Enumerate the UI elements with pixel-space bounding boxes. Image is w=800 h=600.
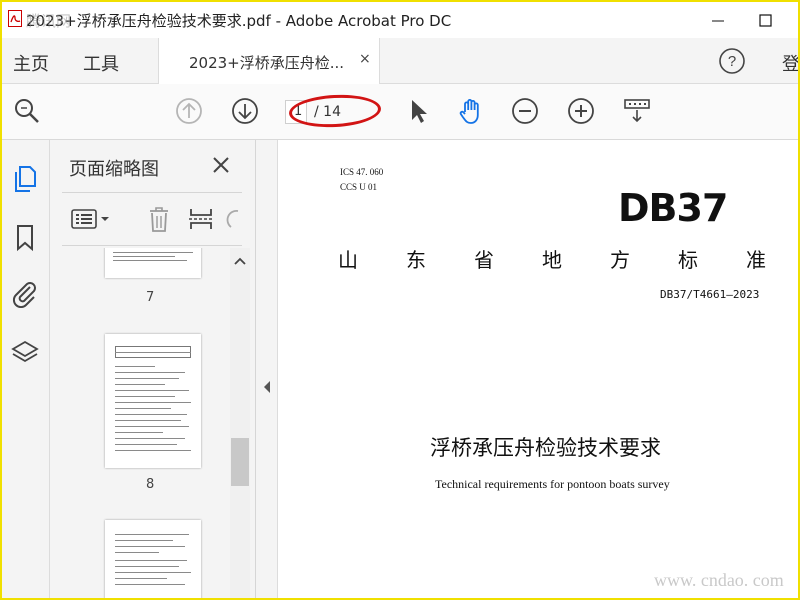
delete-page-icon[interactable] bbox=[144, 205, 174, 233]
hand-tool-icon[interactable] bbox=[456, 96, 486, 126]
close-panel-icon[interactable] bbox=[210, 154, 232, 176]
tools-tab[interactable]: 工具 bbox=[83, 50, 119, 76]
home-tab[interactable]: 主页 bbox=[13, 50, 49, 76]
page-thumbnail-9[interactable] bbox=[105, 520, 201, 598]
watermark-text: 腾讯网 bbox=[26, 12, 72, 30]
zoom-in-icon[interactable] bbox=[566, 96, 596, 126]
scroll-up-icon[interactable] bbox=[234, 256, 246, 266]
svg-text:?: ? bbox=[728, 53, 736, 70]
ccs-code: CCS U 01 bbox=[340, 182, 378, 192]
page-thumbnails-icon[interactable] bbox=[10, 164, 40, 194]
maximize-icon[interactable] bbox=[746, 6, 786, 34]
document-tab-label: 2023+浮桥承压舟检... bbox=[189, 54, 345, 72]
insert-page-icon[interactable] bbox=[186, 205, 216, 233]
thumbnail-scrollbar[interactable] bbox=[230, 248, 250, 598]
previous-page-icon[interactable] bbox=[174, 96, 204, 126]
document-title-en: Technical requirements for pontoon boats… bbox=[435, 477, 670, 491]
document-title-cn: 浮桥承压舟检验技术要求 bbox=[430, 436, 661, 460]
page-thumbnail-7[interactable] bbox=[105, 248, 201, 278]
thumbnail-page-number: 7 bbox=[146, 290, 155, 305]
ics-code: ICS 47. 060 bbox=[340, 167, 384, 177]
zoom-out-icon[interactable] bbox=[510, 96, 540, 126]
rotate-page-icon[interactable] bbox=[222, 205, 242, 233]
document-page: ICS 47. 060 CCS U 01 DB37 山 东 省 地 方 标 准 … bbox=[278, 140, 798, 598]
thumbnail-page-number: 8 bbox=[146, 477, 155, 492]
window-title: 2023+浮桥承压舟检验技术要求.pdf - Adobe Acrobat Pro… bbox=[26, 12, 452, 30]
search-icon[interactable] bbox=[12, 96, 42, 126]
panel-toolbar bbox=[62, 192, 242, 246]
left-navigation-rail bbox=[2, 140, 50, 598]
page-thumbnail-8[interactable] bbox=[105, 334, 201, 468]
panel-title: 页面缩略图 bbox=[69, 159, 159, 180]
document-tab[interactable]: 2023+浮桥承压舟检... × bbox=[158, 38, 380, 84]
heading-char: 准 bbox=[746, 248, 766, 272]
standard-code: DB37/T4661—2023 bbox=[660, 288, 760, 301]
select-cursor-icon[interactable] bbox=[402, 96, 432, 126]
site-watermark: www. cndao. com bbox=[654, 570, 784, 590]
bookmarks-icon[interactable] bbox=[10, 222, 40, 252]
help-icon[interactable]: ? bbox=[718, 47, 746, 75]
db37-logo: DB37 bbox=[618, 186, 728, 230]
layers-icon[interactable] bbox=[10, 338, 40, 368]
thumbnail-panel: 页面缩略图 7 8 bbox=[50, 140, 256, 598]
toolbar: 1 / 14 bbox=[2, 84, 798, 140]
province-standard-heading: 山 东 省 地 方 标 准 bbox=[338, 244, 768, 272]
collapse-arrow-icon[interactable] bbox=[262, 380, 272, 394]
attachments-icon[interactable] bbox=[10, 278, 40, 308]
acrobat-window: 2023+浮桥承压舟检验技术要求.pdf - Adobe Acrobat Pro… bbox=[2, 2, 798, 598]
thumbnail-list: 7 8 bbox=[50, 248, 228, 598]
close-tab-icon[interactable]: × bbox=[359, 51, 371, 67]
options-menu-icon[interactable] bbox=[70, 205, 114, 233]
heading-char: 东 bbox=[406, 248, 426, 272]
heading-char: 省 bbox=[474, 248, 494, 272]
red-annotation-circle bbox=[288, 92, 382, 130]
heading-char: 地 bbox=[542, 248, 562, 272]
login-button[interactable]: 登 bbox=[782, 50, 798, 76]
next-page-icon[interactable] bbox=[230, 96, 260, 126]
heading-char: 方 bbox=[610, 248, 630, 272]
heading-char: 山 bbox=[338, 248, 358, 272]
acrobat-pdf-icon bbox=[8, 10, 22, 27]
minimize-icon[interactable] bbox=[698, 6, 738, 34]
panel-collapse-strip[interactable] bbox=[256, 140, 278, 598]
title-bar: 2023+浮桥承压舟检验技术要求.pdf - Adobe Acrobat Pro… bbox=[2, 2, 798, 38]
heading-char: 标 bbox=[678, 248, 698, 272]
scrollbar-thumb[interactable] bbox=[231, 438, 249, 486]
scroll-mode-icon[interactable] bbox=[622, 96, 652, 126]
tab-bar: 主页 工具 2023+浮桥承压舟检... × ? 登 bbox=[2, 38, 798, 84]
